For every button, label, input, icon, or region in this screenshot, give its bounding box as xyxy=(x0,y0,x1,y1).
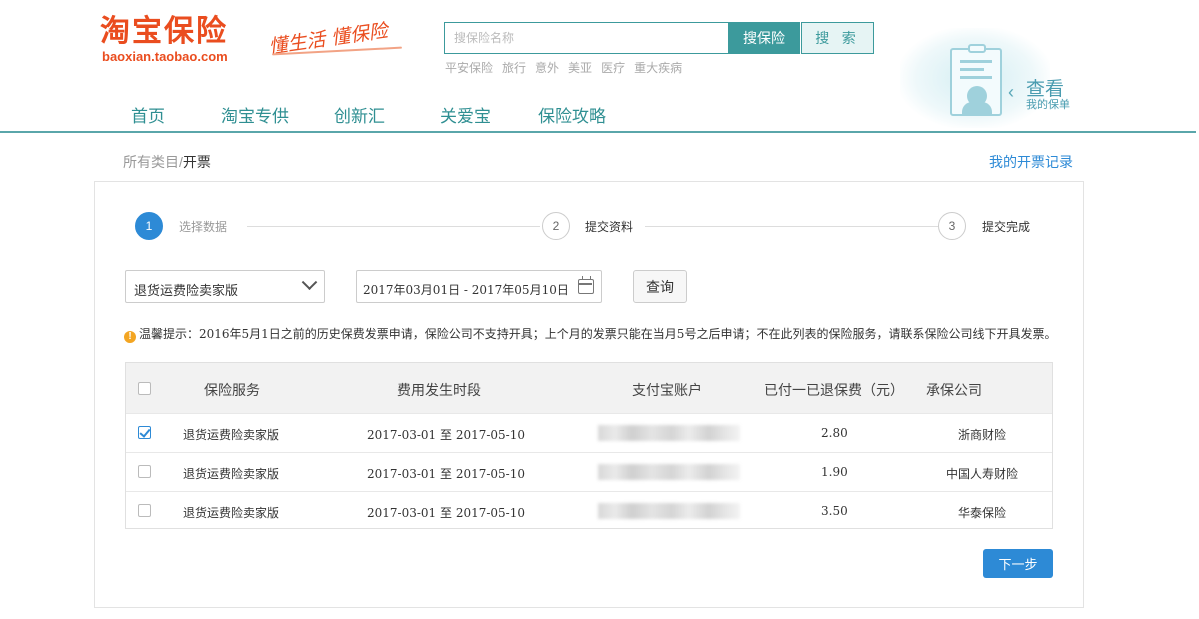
step-connector xyxy=(247,226,540,227)
logo-domain: baoxian.taobao.com xyxy=(102,49,228,64)
table-row[interactable]: 退货运费险卖家版 2017-03-01 至 2017-05-10 1.90 中国… xyxy=(126,452,1052,491)
step-1-circle: 1 xyxy=(135,212,163,240)
hot-word-link[interactable]: 意外 xyxy=(535,61,559,75)
row-service: 退货运费险卖家版 xyxy=(183,467,280,481)
row-checkbox[interactable] xyxy=(138,504,151,517)
step-2-label: 提交资料 xyxy=(585,220,634,234)
step-connector xyxy=(645,226,938,227)
hot-word-link[interactable]: 平安保险 xyxy=(445,61,493,75)
header-company: 承保公司 xyxy=(926,383,982,399)
row-company: 华泰保险 xyxy=(958,506,1007,520)
row-period: 2017-03-01 至 2017-05-10 xyxy=(367,506,526,520)
nav-guanaibao[interactable]: 关爱宝 xyxy=(440,102,491,127)
row-amount: 3.50 xyxy=(821,504,848,518)
row-amount: 2.80 xyxy=(821,426,848,440)
product-select-value: 退货运费险卖家版 xyxy=(134,284,239,299)
alipay-account-redacted xyxy=(598,425,740,441)
row-period: 2017-03-01 至 2017-05-10 xyxy=(367,428,526,442)
alipay-account-redacted xyxy=(598,464,740,480)
table-header: 保险服务 费用发生时段 支付宝账户 已付一已退保费（元） 承保公司 xyxy=(126,363,1052,413)
nav-taobao-exclusive[interactable]: 淘宝专供 xyxy=(221,102,289,127)
invoice-table: 保险服务 费用发生时段 支付宝账户 已付一已退保费（元） 承保公司 退货运费险卖… xyxy=(125,362,1053,529)
product-select[interactable]: 退货运费险卖家版 xyxy=(125,270,325,303)
search-insurance-button[interactable]: 搜保险 xyxy=(728,22,800,54)
main-nav: 首页 淘宝专供 创新汇 关爱宝 保险攻略 xyxy=(0,102,1199,134)
next-step-button[interactable]: 下一步 xyxy=(983,549,1053,578)
table-row[interactable]: 退货运费险卖家版 2017-03-01 至 2017-05-10 3.50 华泰… xyxy=(126,491,1052,530)
date-range-value: 2017年03月01日 - 2017年05月10日 xyxy=(363,283,569,297)
header-period: 费用发生时段 xyxy=(397,383,481,399)
breadcrumb-current: 开票 xyxy=(182,154,211,170)
nav-home[interactable]: 首页 xyxy=(131,102,165,127)
my-invoice-records-link[interactable]: 我的开票记录 xyxy=(989,152,1073,172)
hot-word-link[interactable]: 重大疾病 xyxy=(634,61,682,75)
warning-icon: ! xyxy=(124,331,136,343)
chevron-down-icon xyxy=(301,274,318,291)
row-amount: 1.90 xyxy=(821,465,848,479)
breadcrumb-parent[interactable]: 所有类目 xyxy=(123,154,179,170)
logo-text: 淘宝保险 xyxy=(100,14,228,49)
step-3-label: 提交完成 xyxy=(982,220,1031,234)
query-button[interactable]: 查询 xyxy=(633,270,687,303)
alipay-account-redacted xyxy=(598,503,740,519)
nav-divider xyxy=(0,131,1196,133)
row-service: 退货运费险卖家版 xyxy=(183,428,280,442)
nav-insurance-guide[interactable]: 保险攻略 xyxy=(538,102,606,127)
hot-word-link[interactable]: 美亚 xyxy=(568,61,592,75)
calendar-icon xyxy=(578,276,594,294)
row-company: 浙商财险 xyxy=(958,428,1007,442)
header-alipay-account: 支付宝账户 xyxy=(632,383,702,399)
hot-search-words: 平安保险 旅行 意外 美亚 医疗 重大疾病 xyxy=(445,59,691,76)
row-period: 2017-03-01 至 2017-05-10 xyxy=(367,467,526,481)
step-1-label: 选择数据 xyxy=(179,220,228,234)
search-input[interactable] xyxy=(444,22,728,54)
table-row[interactable]: 退货运费险卖家版 2017-03-01 至 2017-05-10 2.80 浙商… xyxy=(126,413,1052,452)
row-checkbox[interactable] xyxy=(138,426,151,439)
chevron-left-icon: ‹ xyxy=(1008,82,1014,102)
date-range-picker[interactable]: 2017年03月01日 - 2017年05月10日 xyxy=(356,270,602,303)
warm-tip: ! 温馨提示：2016年5月1日之前的历史保费发票申请，保险公司不支持开具；上个月… xyxy=(124,325,1056,343)
hot-word-link[interactable]: 医疗 xyxy=(601,61,625,75)
step-3-circle: 3 xyxy=(938,212,966,240)
breadcrumb: 所有类目/开票 xyxy=(123,154,211,170)
row-service: 退货运费险卖家版 xyxy=(183,506,280,520)
search-button[interactable]: 搜 索 xyxy=(801,22,874,54)
header-premium: 已付一已退保费（元） xyxy=(764,383,904,399)
row-company: 中国人寿财险 xyxy=(946,467,1019,481)
nav-innovation[interactable]: 创新汇 xyxy=(334,102,385,127)
header-service: 保险服务 xyxy=(204,383,260,399)
step-indicator: 1 选择数据 2 提交资料 3 提交完成 xyxy=(135,212,1055,240)
warm-tip-text: 温馨提示：2016年5月1日之前的历史保费发票申请，保险公司不支持开具；上个月的… xyxy=(139,327,1057,341)
taobao-insurance-logo[interactable]: 淘宝保险 baoxian.taobao.com xyxy=(100,14,228,64)
step-2-circle: 2 xyxy=(542,212,570,240)
select-all-checkbox[interactable] xyxy=(138,382,151,395)
row-checkbox[interactable] xyxy=(138,465,151,478)
hot-word-link[interactable]: 旅行 xyxy=(502,61,526,75)
